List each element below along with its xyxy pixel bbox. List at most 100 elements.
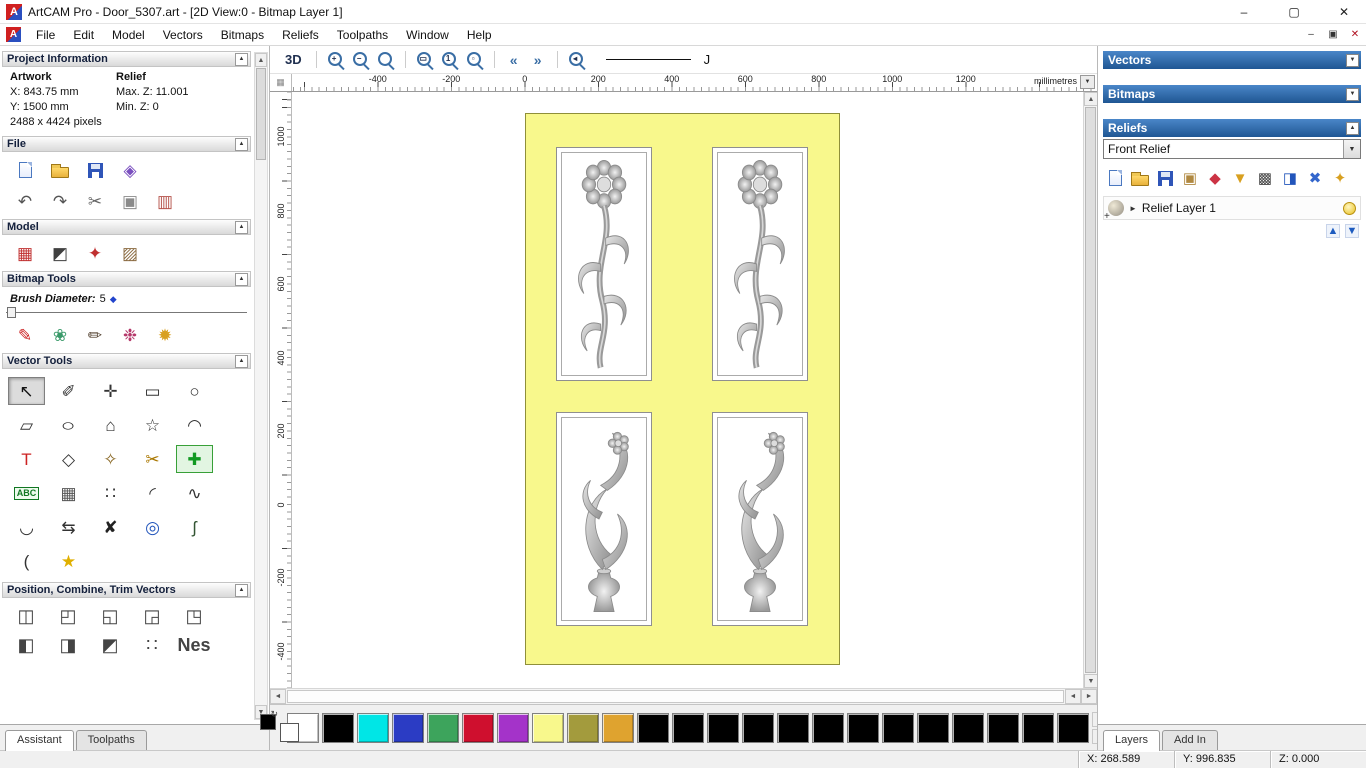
paste-icon[interactable]: ▥ <box>152 189 178 213</box>
load-image-icon[interactable]: ▨ <box>117 241 143 265</box>
scroll-right-icon[interactable]: ► <box>1081 689 1097 704</box>
tab-add-in[interactable]: Add In <box>1162 730 1218 750</box>
palette-swatch[interactable] <box>357 712 389 743</box>
align-top-icon[interactable]: ◱ <box>96 605 124 627</box>
wrap-text-tool[interactable]: ◇ <box>50 445 87 473</box>
scroll-up-icon[interactable]: ▲ <box>255 53 267 67</box>
maximize-button[interactable]: ▢ <box>1272 0 1316 24</box>
save-file-icon[interactable] <box>82 158 108 182</box>
relief-selector-combo[interactable]: Front Relief ▼ <box>1103 139 1361 159</box>
assistant-scrollbar[interactable]: ▲ ▼ <box>254 52 268 720</box>
select-tool[interactable]: ↖ <box>8 377 45 405</box>
collapse-section-button[interactable] <box>235 272 248 286</box>
star-tool[interactable]: ☆ <box>134 411 171 439</box>
align-bottom-icon[interactable]: ◲ <box>138 605 166 627</box>
tab-assistant[interactable]: Assistant <box>5 730 74 751</box>
align-left-icon[interactable]: ◫ <box>12 605 40 627</box>
vertical-scrollbar[interactable]: ▲ ▼ <box>1083 92 1098 688</box>
previous-view-icon[interactable]: « <box>504 50 524 70</box>
stamp-relief-icon[interactable]: ✦ <box>82 241 108 265</box>
layer-visibility-icon[interactable] <box>1343 201 1356 215</box>
palette-swatch[interactable] <box>1022 712 1054 743</box>
star-wizard-tool[interactable]: ★ <box>50 547 87 575</box>
palette-swatch[interactable] <box>952 712 984 743</box>
ellipse-tool[interactable]: ○ <box>50 411 87 439</box>
align-middle-icon[interactable]: ◳ <box>180 605 208 627</box>
swap-colours-icon[interactable]: ↻ <box>270 709 278 720</box>
move-layer-down-icon[interactable]: ▼ <box>1345 224 1359 238</box>
line-width-widget[interactable] <box>605 59 691 60</box>
align-center-icon[interactable]: ◰ <box>54 605 82 627</box>
expand-section-icon[interactable] <box>1346 53 1359 67</box>
lighting-material-icon[interactable]: ◩ <box>47 241 73 265</box>
paste-add-tool[interactable]: ✚ <box>176 445 213 473</box>
zoom-view-icon[interactable] <box>376 50 396 70</box>
minimize-button[interactable]: – <box>1222 0 1266 24</box>
render-relief-icon[interactable]: ✦ <box>1330 168 1350 188</box>
scatter-copies-icon[interactable]: ∷ <box>138 634 166 656</box>
palette-swatch[interactable] <box>672 712 704 743</box>
palette-swatch[interactable] <box>322 712 354 743</box>
transform-tool[interactable]: ✛ <box>92 377 129 405</box>
drawing-viewport[interactable] <box>292 92 1083 688</box>
mirror-tool[interactable]: ⇆ <box>50 513 87 541</box>
scale-relief-icon[interactable]: ▩ <box>1255 168 1275 188</box>
flood-fill-icon[interactable]: ✹ <box>152 323 178 347</box>
save-relief-icon[interactable] <box>1155 168 1175 188</box>
combo-dropdown-icon[interactable]: ▼ <box>1343 140 1360 158</box>
menu-item[interactable]: Edit <box>64 25 103 45</box>
horizontal-scrollbar[interactable]: ◄ ◄ ► <box>270 688 1097 704</box>
palette-swatch[interactable] <box>637 712 669 743</box>
scroll-up-icon[interactable]: ▲ <box>1084 92 1098 106</box>
open-file-icon[interactable] <box>47 158 73 182</box>
menu-item[interactable]: Reliefs <box>273 25 328 45</box>
nest-icon[interactable]: Nes <box>177 634 210 656</box>
delete-overlap-tool[interactable]: ✘ <box>92 513 129 541</box>
polyline-tool[interactable]: ▱ <box>8 411 45 439</box>
palette-swatch[interactable] <box>882 712 914 743</box>
palette-swatch[interactable] <box>567 712 599 743</box>
scrollbar-thumb[interactable] <box>1085 107 1096 673</box>
set-model-size-icon[interactable]: ▦ <box>12 241 38 265</box>
spline-tool[interactable]: ʃ <box>176 513 213 541</box>
reliefs-section-header[interactable]: Reliefs <box>1103 119 1361 137</box>
menu-item[interactable]: Window <box>397 25 458 45</box>
mdi-minimize-button[interactable]: – <box>1300 26 1322 44</box>
zoom-in-icon[interactable]: + <box>326 50 346 70</box>
mdi-close-button[interactable]: ✕ <box>1344 26 1366 44</box>
palette-swatch[interactable] <box>532 712 564 743</box>
palette-swatch[interactable] <box>497 712 529 743</box>
palette-swatch[interactable] <box>742 712 774 743</box>
tab-toolpaths[interactable]: Toolpaths <box>75 730 147 750</box>
text-tool[interactable]: T <box>8 445 45 473</box>
brush-diameter-slider[interactable] <box>6 305 247 319</box>
scrollbar-thumb[interactable] <box>287 690 1064 703</box>
menu-item[interactable]: File <box>27 25 64 45</box>
scroll-down-icon[interactable]: ▼ <box>1084 674 1098 688</box>
palette-swatch[interactable] <box>847 712 879 743</box>
bitmaps-section-header[interactable]: Bitmaps <box>1103 85 1361 103</box>
undo-icon[interactable]: ↶ <box>12 189 38 213</box>
collapse-section-button[interactable] <box>235 52 248 66</box>
relief-layer-row[interactable]: ► Relief Layer 1 <box>1103 196 1361 222</box>
collapse-section-icon[interactable] <box>1346 121 1359 135</box>
open-relief-icon[interactable] <box>1130 168 1150 188</box>
units-dropdown-icon[interactable]: ▼ <box>1080 75 1095 89</box>
scroll-left-icon[interactable]: ◄ <box>270 689 286 704</box>
layer-expand-icon[interactable]: ► <box>1129 204 1137 213</box>
circle-tool[interactable]: ○ <box>176 377 213 405</box>
palette-swatch[interactable] <box>917 712 949 743</box>
redo-icon[interactable]: ↷ <box>47 189 73 213</box>
vectors-section-header[interactable]: Vectors <box>1103 51 1361 69</box>
free-curve-tool[interactable]: ∿ <box>176 479 213 507</box>
palette-swatch[interactable] <box>707 712 739 743</box>
palette-swatch[interactable] <box>1057 712 1089 743</box>
node-editing-tool[interactable]: ✐ <box>50 377 87 405</box>
slider-thumb[interactable] <box>7 307 16 318</box>
invert-relief-icon[interactable]: ▼ <box>1230 168 1250 188</box>
new-file-icon[interactable] <box>12 158 38 182</box>
palette-swatch[interactable] <box>602 712 634 743</box>
expand-section-icon[interactable] <box>1346 87 1359 101</box>
palette-swatch[interactable] <box>812 712 844 743</box>
menu-item[interactable]: Vectors <box>154 25 212 45</box>
